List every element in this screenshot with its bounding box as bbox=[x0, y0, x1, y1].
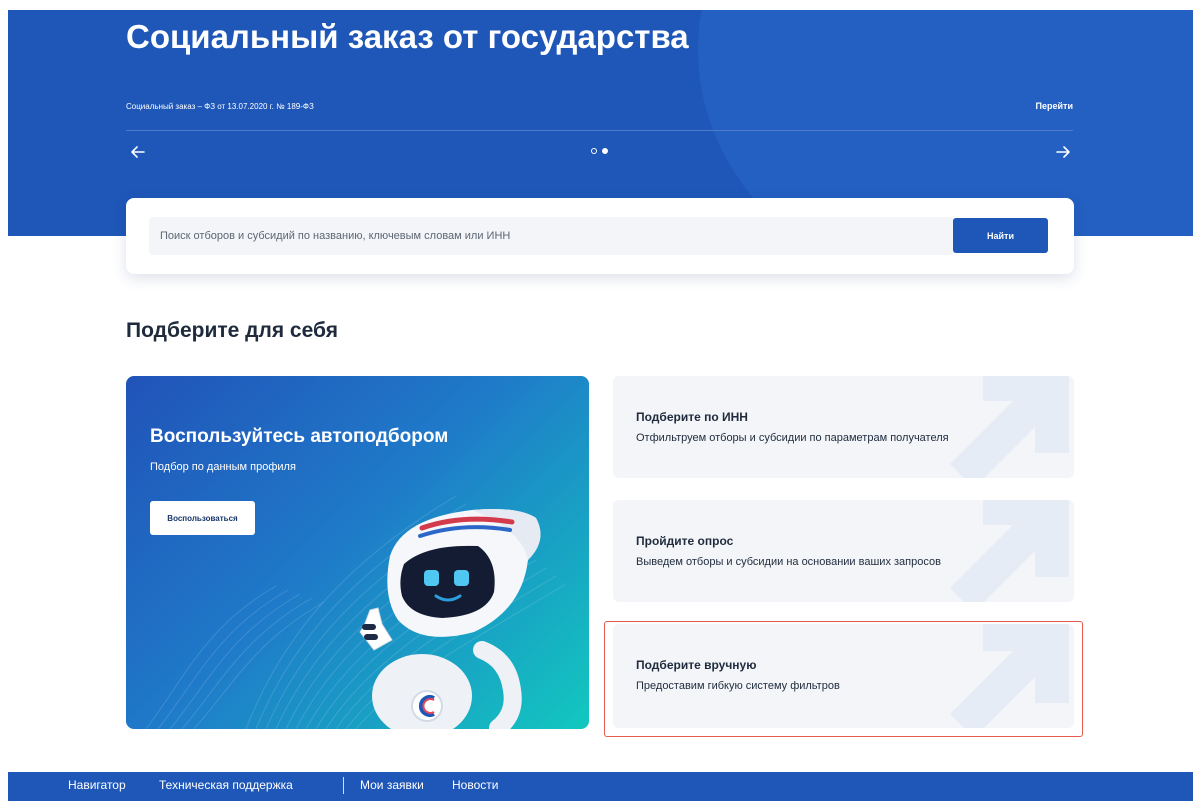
option-card-survey[interactable]: Пройдите опрос Выведем отборы и субсидии… bbox=[613, 500, 1074, 602]
promo-title: Воспользуйтесь автоподбором bbox=[150, 426, 449, 447]
banner-subtitle: Социальный заказ – ФЗ от 13.07.2020 г. №… bbox=[126, 102, 314, 111]
nav-separator bbox=[343, 777, 344, 794]
option-text-survey: Выведем отборы и субсидии на основании в… bbox=[636, 556, 941, 568]
arrow-left-svg bbox=[131, 146, 145, 158]
banner-title: Социальный заказ от государства bbox=[126, 18, 689, 55]
nav-link-support[interactable]: Техническая поддержка bbox=[159, 778, 293, 792]
nav-link-news[interactable]: Новости bbox=[452, 778, 498, 792]
robot-mascot-illustration bbox=[359, 509, 541, 729]
promo-subtitle: Подбор по данным профиля bbox=[150, 461, 296, 473]
autoselect-promo-card: Воспользуйтесь автоподбором Подбор по да… bbox=[126, 376, 589, 729]
robot-hand-joint-1 bbox=[362, 624, 376, 630]
arrow-right-svg bbox=[1056, 146, 1070, 158]
robot-right-eye bbox=[454, 570, 469, 586]
arrow-up-right-icon bbox=[949, 624, 1069, 728]
slider-dot-1[interactable] bbox=[591, 148, 597, 154]
robot-arm bbox=[473, 641, 522, 729]
search-panel: Найти bbox=[126, 198, 1074, 274]
arrow-up-right-icon bbox=[949, 376, 1069, 478]
section-heading: Подберите для себя bbox=[126, 319, 338, 342]
option-text-inn: Отфильтруем отборы и субсидии по парамет… bbox=[636, 432, 949, 444]
search-button[interactable]: Найти bbox=[953, 218, 1048, 253]
option-card-inn[interactable]: Подберите по ИНН Отфильтруем отборы и су… bbox=[613, 376, 1074, 478]
robot-left-eye bbox=[424, 570, 439, 586]
option-title-survey: Пройдите опрос bbox=[636, 534, 734, 548]
bottom-navigation-bar: Навигатор Техническая поддержка Мои заяв… bbox=[8, 772, 1193, 801]
banner-divider bbox=[126, 130, 1073, 131]
use-autoselect-button[interactable]: Воспользоваться bbox=[150, 501, 255, 535]
robot-face-screen bbox=[400, 545, 495, 618]
option-card-manual[interactable]: Подберите вручную Предоставим гибкую сис… bbox=[613, 624, 1074, 728]
page: Социальный заказ от государства Социальн… bbox=[0, 0, 1193, 801]
robot-hand-joint-2 bbox=[364, 634, 378, 640]
slider-dot-2-active[interactable] bbox=[602, 148, 608, 154]
arrow-left-icon[interactable] bbox=[128, 142, 148, 162]
slider-dots bbox=[591, 148, 608, 154]
banner-go-link[interactable]: Перейти bbox=[1036, 101, 1073, 111]
nav-link-navigator[interactable]: Навигатор bbox=[68, 778, 126, 792]
option-title-inn: Подберите по ИНН bbox=[636, 410, 748, 424]
arrow-right-icon[interactable] bbox=[1053, 142, 1073, 162]
arrow-up-right-icon bbox=[949, 500, 1069, 602]
nav-link-my-applications[interactable]: Мои заявки bbox=[360, 778, 424, 792]
search-input[interactable] bbox=[149, 217, 954, 255]
option-title-manual: Подберите вручную bbox=[636, 658, 757, 672]
option-text-manual: Предоставим гибкую систему фильтров bbox=[636, 680, 840, 692]
